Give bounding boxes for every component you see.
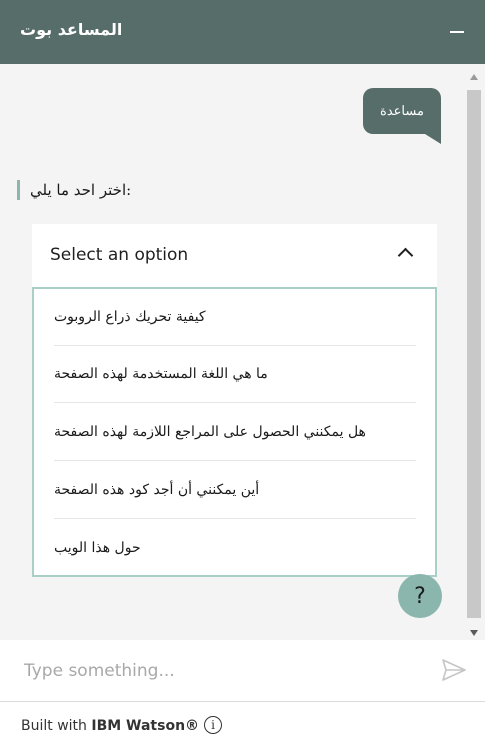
scrollbar[interactable] [467,70,481,636]
info-icon[interactable]: i [204,716,222,734]
chat-area: مساعدة اختر احد ما يلي: Select an option… [0,64,485,640]
dropdown-option[interactable]: هل يمكنني الحصول على المراجع اللازمة لهذ… [54,404,416,461]
send-icon[interactable] [441,658,467,682]
chat-title: المساعد بوت [20,20,123,39]
dropdown-option[interactable]: ما هي اللغة المستخدمة لهذه الصفحة [54,346,416,403]
brand-name: IBM Watson® [91,718,200,734]
option-dropdown[interactable]: Select an option [32,224,437,288]
bubble-tail [425,134,441,144]
help-button[interactable]: ? [398,574,442,618]
chat-header: المساعد بوت [0,0,485,64]
dropdown-option[interactable]: حول هذا الويب [54,519,416,576]
message-input-row [0,640,485,702]
bot-message-text: اختر احد ما يلي: [30,181,132,199]
user-message-text: مساعدة [380,103,424,119]
dropdown-selected-value: Select an option [50,245,189,265]
question-mark-icon: ? [414,583,426,609]
chevron-up-icon[interactable] [397,247,414,264]
dropdown-option[interactable]: كيفية تحريك ذراع الروبوت [54,289,416,346]
minimize-icon[interactable] [450,31,464,33]
bot-message-accent-bar [17,180,20,200]
built-with-label: Built with [21,718,87,734]
user-message-bubble: مساعدة [363,88,441,144]
scroll-down-icon[interactable] [470,630,478,636]
scroll-up-icon[interactable] [470,74,478,80]
dropdown-option[interactable]: أين يمكنني أن أجد كود هذه الصفحة [54,462,416,519]
footer: Built with IBM Watson® i [0,703,485,746]
built-with-text: Built with IBM Watson® [21,718,199,734]
message-input[interactable] [22,658,416,684]
scroll-thumb[interactable] [467,90,481,618]
bot-message: اختر احد ما يلي: [17,180,131,200]
dropdown-menu: كيفية تحريك ذراع الروبوت ما هي اللغة الم… [32,287,437,577]
